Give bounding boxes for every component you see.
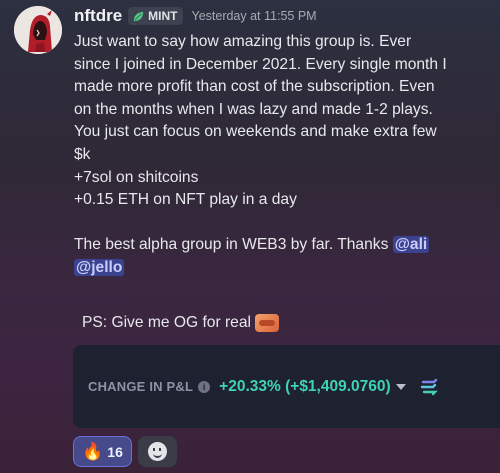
leaf-icon [134,11,144,21]
message-content: Just want to say how amazing this group … [74,31,492,280]
message-line: Just want to say how amazing this group … [74,33,412,50]
role-badge[interactable]: MINT [128,7,183,25]
closing-line-2: @jello [74,257,492,280]
username[interactable]: nftdre [74,6,122,26]
closing-text: The best alpha group in WEB3 by far. Tha… [74,236,393,254]
fire-icon: 🔥 [82,442,104,461]
message-line: You just can focus on weekends and make … [74,123,437,141]
caret-down-icon[interactable] [395,383,406,390]
avatar-image [14,6,62,54]
pnl-value: +20.33% (+$1,409.0760) [219,377,391,395]
add-reaction-button[interactable] [138,436,177,467]
message-line: on the months when I was lazy and made 1… [74,100,433,118]
info-icon[interactable]: i [198,380,211,393]
reactions-bar: 🔥 16 [73,436,177,467]
badge-label: MINT [148,9,178,23]
og-emoji-icon [254,314,279,332]
ps-line: PS: Give me OG for real [82,314,279,332]
solana-icon [420,378,438,395]
mention-jello[interactable]: @jello [74,258,125,276]
closing-line: The best alpha group in WEB3 by far. Tha… [74,234,492,257]
mention-ali[interactable]: @ali [392,236,430,254]
message-line: $k [74,145,91,163]
message-line: +0.15 ETH on NFT play in a day [74,191,297,209]
smile-icon [148,442,167,461]
message-line: since I joined in December 2021. Every s… [74,55,447,73]
reaction-fire[interactable]: 🔥 16 [73,436,132,467]
pnl-label: CHANGE IN P&L [88,379,194,394]
timestamp[interactable]: Yesterday at 11:55 PM [192,9,317,23]
message-header: nftdre MINT Yesterday at 11:55 PM [74,5,317,27]
chat-message: nftdre MINT Yesterday at 11:55 PM Just w… [0,0,500,473]
pnl-embed-card: CHANGE IN P&L i +20.33% (+$1,409.0760) [73,345,500,428]
message-line: +7sol on shitcoins [74,168,199,186]
ps-text: PS: Give me OG for real [82,314,251,331]
reaction-count: 16 [107,443,123,460]
message-line: made more profit than cost of the subscr… [74,78,435,96]
avatar[interactable] [14,6,62,54]
